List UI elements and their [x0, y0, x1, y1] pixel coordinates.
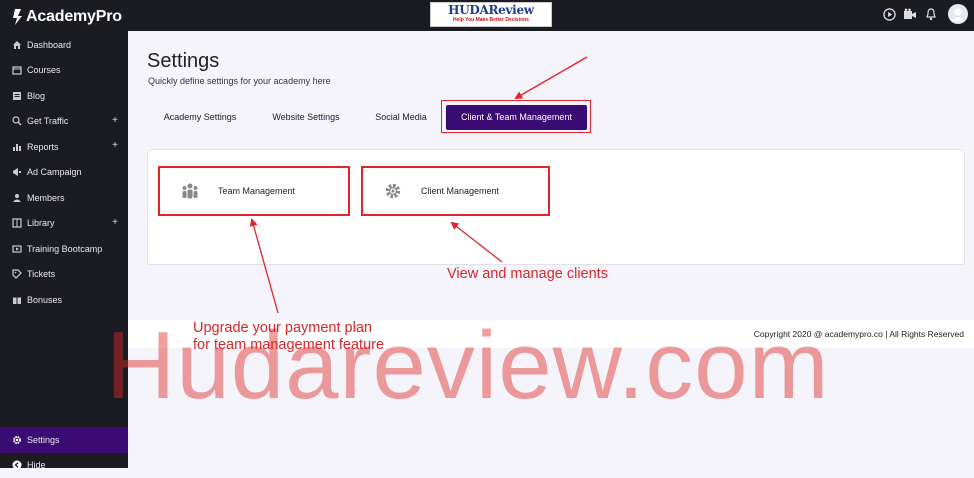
sidebar-item-ad-campaign[interactable]: Ad Campaign: [0, 160, 128, 186]
sidebar-item-dashboard[interactable]: Dashboard: [0, 32, 128, 58]
app-name: AcademyPro: [26, 8, 122, 25]
user-avatar[interactable]: [948, 4, 968, 24]
blog-icon: [11, 90, 22, 101]
sidebar-item-label: Dashboard: [27, 39, 72, 50]
brand-accent: Review: [488, 3, 535, 17]
expand-plus-icon[interactable]: +: [112, 115, 118, 126]
bell-icon[interactable]: [923, 6, 939, 22]
sidebar-item-label: Courses: [27, 65, 61, 76]
arrow-to-tab: [514, 56, 588, 100]
reports-icon: [11, 141, 22, 152]
sidebar-item-label: Members: [27, 192, 65, 203]
gift-icon: [11, 294, 22, 305]
sidebar-item-label: Tickets: [27, 269, 56, 280]
sidebar-item-members[interactable]: Members: [0, 185, 128, 211]
sidebar-item-label: Hide: [27, 459, 46, 470]
highlight-box-tab: [441, 100, 591, 133]
sidebar-item-label: Library: [27, 218, 55, 229]
top-bar: HUDAReview Help You Make Better Decision…: [128, 0, 974, 31]
sidebar-item-label: Settings: [27, 434, 60, 445]
members-icon: [11, 192, 22, 203]
hudareview-brand-logo: HUDAReview Help You Make Better Decision…: [430, 2, 552, 27]
sidebar-item-label: Training Bootcamp: [27, 243, 103, 254]
expand-plus-icon[interactable]: +: [112, 140, 118, 151]
watermark: Hudareview.com: [106, 312, 830, 419]
team-management-button[interactable]: Team Management: [158, 166, 350, 216]
top-icons: [876, 4, 968, 24]
sidebar-nav: Dashboard Courses Blog Get Traffic + Rep…: [0, 32, 128, 313]
tab-website-settings[interactable]: Website Settings: [264, 103, 348, 131]
brand-main: HUDA: [448, 3, 489, 17]
team-management-label: Team Management: [218, 186, 296, 196]
tab-academy-settings[interactable]: Academy Settings: [148, 103, 252, 131]
page-subtitle: Quickly define settings for your academy…: [148, 76, 331, 86]
arrow-left-circle-icon: [11, 459, 22, 470]
sidebar-item-settings[interactable]: Settings: [0, 427, 128, 453]
sidebar-item-label: Blog: [27, 90, 46, 101]
box-icon: [11, 65, 22, 76]
page-title: Settings: [147, 50, 220, 72]
sidebar-item-reports[interactable]: Reports +: [0, 134, 128, 160]
annotation-clients: View and manage clients: [447, 266, 608, 282]
logo-icon: [13, 9, 22, 25]
sidebar-item-training-bootcamp[interactable]: Training Bootcamp: [0, 236, 128, 262]
home-icon: [11, 39, 22, 50]
brand-tagline: Help You Make Better Decisions: [453, 17, 529, 23]
sidebar-item-label: Bonuses: [27, 294, 63, 305]
sidebar-item-label: Reports: [27, 141, 59, 152]
gear-icon: [383, 181, 403, 201]
sidebar-hide-toggle[interactable]: Hide: [0, 452, 128, 478]
ticket-icon: [11, 269, 22, 280]
sidebar-item-blog[interactable]: Blog: [0, 83, 128, 109]
sidebar-item-get-traffic[interactable]: Get Traffic +: [0, 109, 128, 135]
app-logo[interactable]: AcademyPro: [12, 6, 122, 28]
client-management-button[interactable]: Client Management: [361, 166, 550, 216]
sidebar-item-library[interactable]: Library +: [0, 211, 128, 237]
team-icon: [180, 181, 200, 201]
sidebar-item-label: Get Traffic: [27, 116, 69, 127]
traffic-icon: [11, 116, 22, 127]
expand-plus-icon[interactable]: +: [112, 217, 118, 228]
sidebar-item-bonuses[interactable]: Bonuses: [0, 287, 128, 313]
megaphone-icon: [11, 167, 22, 178]
video-camera-icon[interactable]: [902, 6, 918, 22]
client-management-label: Client Management: [421, 186, 500, 196]
sidebar-item-tickets[interactable]: Tickets: [0, 262, 128, 288]
library-icon: [11, 218, 22, 229]
sidebar-item-label: Ad Campaign: [27, 167, 82, 178]
settings-gear-icon: [11, 434, 22, 445]
tab-social-media[interactable]: Social Media: [367, 103, 435, 131]
sidebar-item-courses[interactable]: Courses: [0, 58, 128, 84]
play-circle-icon[interactable]: [881, 6, 897, 22]
bootcamp-icon: [11, 243, 22, 254]
